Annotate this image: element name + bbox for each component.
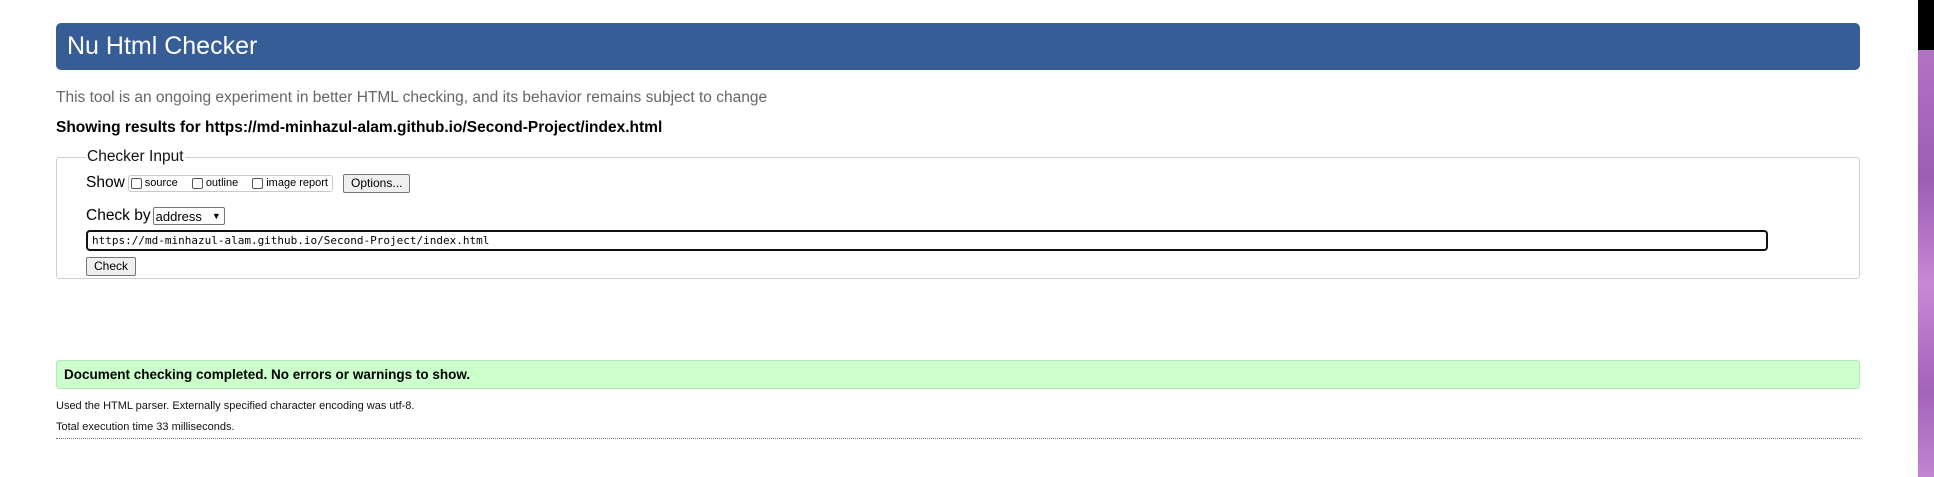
show-outline-option[interactable]: outline <box>191 177 239 189</box>
outline-label: outline <box>205 177 239 189</box>
check-by-label: Check by <box>86 207 151 224</box>
checker-page: Nu Html Checker This tool is an ongoing … <box>56 23 1860 279</box>
source-checkbox[interactable] <box>130 177 142 189</box>
divider <box>56 438 1860 439</box>
success-message: Document checking completed. No errors o… <box>56 360 1860 389</box>
results-for-heading: Showing results for https://md-minhazul-… <box>56 119 663 136</box>
desktop-background-strip <box>1918 50 1934 477</box>
chevron-down-icon: ▼ <box>211 211 221 221</box>
show-row: Show source outline image report Options… <box>86 172 1830 194</box>
parser-info: Used the HTML parser. Externally specifi… <box>56 400 415 412</box>
source-label: source <box>144 177 178 189</box>
header-bar: Nu Html Checker <box>56 23 1860 70</box>
check-by-row: Check by address ▼ <box>86 206 1830 226</box>
options-button[interactable]: Options... <box>343 173 411 193</box>
image-report-label: image report <box>266 177 328 189</box>
url-input[interactable]: https://md-minhazul-alam.github.io/Secon… <box>86 230 1768 251</box>
checker-input-legend: Checker Input <box>87 148 184 165</box>
checker-input-fieldset: Checker Input Show source outline image … <box>56 148 1860 279</box>
window-edge <box>1918 0 1934 50</box>
show-label: Show <box>86 174 125 191</box>
check-by-value: address <box>155 208 202 224</box>
outline-checkbox[interactable] <box>191 177 203 189</box>
check-button[interactable]: Check <box>86 257 137 276</box>
experiment-notice: This tool is an ongoing experiment in be… <box>56 89 768 106</box>
execution-time: Total execution time 33 milliseconds. <box>56 421 235 433</box>
show-source-option[interactable]: source <box>130 177 178 189</box>
image-report-checkbox[interactable] <box>252 177 264 189</box>
details-block: Used the HTML parser. Externally specifi… <box>56 396 414 438</box>
show-options-group: source outline image report <box>127 174 333 192</box>
check-row: Check <box>86 257 1830 276</box>
check-by-select[interactable]: address ▼ <box>152 207 225 225</box>
page-title: Nu Html Checker <box>67 32 258 60</box>
show-image-report-option[interactable]: image report <box>252 177 328 189</box>
